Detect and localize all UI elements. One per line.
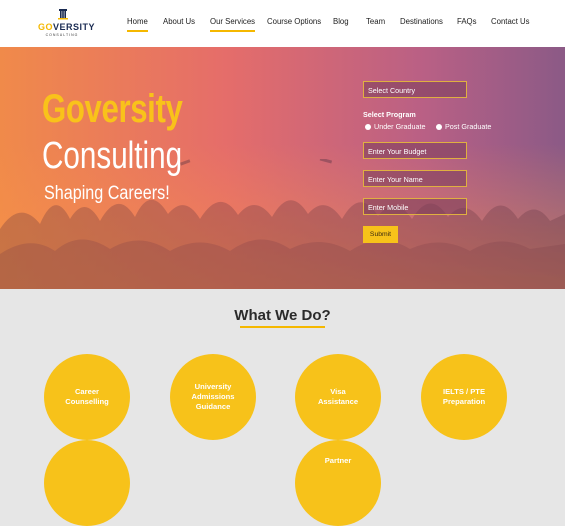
submit-button[interactable]: Submit (363, 226, 398, 243)
nav-our-services[interactable]: Our Services (210, 17, 256, 32)
logo-tagline: CONSULTING (45, 33, 79, 37)
nav-team[interactable]: Team (366, 17, 385, 26)
nav-course-options[interactable]: Course Options (267, 17, 321, 26)
service-label: Partner (324, 456, 352, 465)
service-partner[interactable]: Partner (295, 440, 381, 526)
hero-title-consulting: Consulting (42, 135, 183, 177)
nav-about-us[interactable]: About Us (163, 17, 195, 26)
service-label: University Admissions Guidance (191, 382, 235, 411)
logo-wordmark: GOVERSITY (38, 22, 96, 32)
radio-under-graduate[interactable]: Under Graduate (365, 122, 426, 131)
graduates-crowd-image (0, 159, 565, 289)
service-label: Visa Assistance (317, 387, 359, 406)
section-title: What We Do? (234, 307, 331, 324)
radio-icon (365, 123, 371, 130)
service-item-5[interactable] (44, 440, 130, 526)
logo-emblem-icon (58, 9, 68, 20)
hero-tagline: Shaping Careers! (44, 183, 170, 204)
radio-icon (436, 123, 442, 130)
service-university-admissions[interactable]: University Admissions Guidance (170, 354, 256, 440)
budget-input[interactable]: Enter Your Budget (363, 142, 467, 159)
section-title-underline (240, 326, 325, 328)
nav-destinations[interactable]: Destinations (400, 17, 443, 26)
radio-under-graduate-label: Under Graduate (374, 122, 426, 131)
service-visa-assistance[interactable]: Visa Assistance (295, 354, 381, 440)
service-label: IELTS / PTE Preparation (442, 387, 486, 406)
nav-faqs[interactable]: FAQs (457, 17, 477, 26)
radio-post-graduate[interactable]: Post Graduate (436, 122, 491, 131)
nav-home[interactable]: Home (127, 17, 148, 32)
logo[interactable]: GOVERSITY CONSULTING (38, 8, 96, 40)
select-program-label: Select Program (363, 110, 416, 119)
service-career-counselling[interactable]: Career Counselling (44, 354, 130, 440)
select-country-dropdown[interactable]: Select Country (363, 81, 467, 98)
hero-title-brand: Goversity (42, 87, 183, 131)
name-input[interactable]: Enter Your Name (363, 170, 467, 187)
radio-post-graduate-label: Post Graduate (445, 122, 492, 131)
service-ielts-pte[interactable]: IELTS / PTE Preparation (421, 354, 507, 440)
nav-contact-us[interactable]: Contact Us (491, 17, 530, 26)
hero-banner: Goversity Consulting Shaping Careers! (0, 47, 565, 289)
nav-blog[interactable]: Blog (333, 17, 349, 26)
mobile-input[interactable]: Enter Mobile (363, 198, 467, 215)
site-header: GOVERSITY CONSULTING Home About Us Our S… (0, 0, 565, 47)
service-label: Career Counselling (65, 387, 109, 406)
